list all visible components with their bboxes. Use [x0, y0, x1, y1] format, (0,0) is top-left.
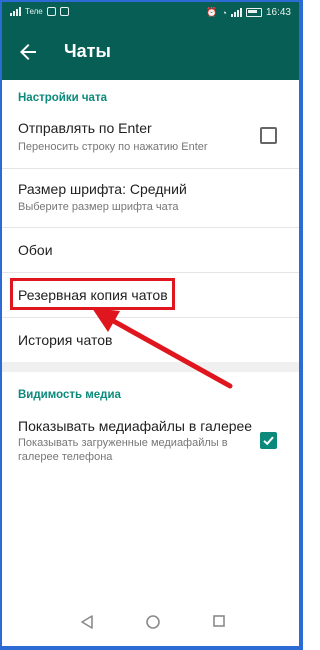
arrow-left-icon[interactable]	[16, 40, 40, 64]
signal-strength-icon	[230, 8, 242, 17]
setting-subtitle: Переносить строку по нажатию Enter	[18, 141, 208, 153]
setting-chat-history[interactable]: История чатов	[2, 318, 299, 362]
app-bar: Чаты	[2, 24, 299, 80]
section-separator	[2, 362, 299, 372]
setting-title: История чатов	[18, 332, 113, 348]
page-title: Чаты	[64, 41, 111, 61]
setting-subtitle-line2: галерее телефона	[18, 451, 113, 463]
setting-subtitle-line1: Показывать загруженные медиафайлы в	[18, 437, 228, 449]
phone-frame: Теле ⏰ ◔ 16:43 Чаты Настройки чата Отпра…	[0, 0, 303, 650]
setting-subtitle: Выберите размер шрифта чата	[18, 201, 179, 213]
section-header-chat-settings: Настройки чата	[18, 92, 107, 104]
setting-enter-is-send[interactable]: Отправлять по Enter Переносить строку по…	[2, 110, 299, 168]
square-recents-icon[interactable]	[212, 614, 226, 633]
carrier-text: Теле	[25, 7, 43, 16]
highlight-box	[10, 278, 175, 310]
status-bar: Теле ⏰ ◔ 16:43	[2, 2, 299, 24]
media-visibility-checkbox[interactable]	[260, 432, 277, 449]
triangle-back-icon[interactable]	[80, 614, 94, 635]
notification-icon	[46, 7, 56, 16]
notification-icon-2	[59, 7, 69, 16]
status-left: Теле	[10, 7, 69, 16]
setting-title: Отправлять по Enter	[18, 120, 152, 136]
setting-font-size[interactable]: Размер шрифта: Средний Выберите размер ш…	[2, 169, 299, 227]
battery-icon	[245, 8, 262, 17]
circle-home-icon[interactable]	[145, 614, 161, 635]
section-header-media-visibility: Видимость медиа	[18, 389, 121, 401]
setting-media-visibility[interactable]: Показывать медиафайлы в галерее Показыва…	[2, 406, 299, 474]
wifi-icon: ◔	[221, 7, 227, 18]
signal-icon	[10, 7, 21, 16]
setting-title: Размер шрифта: Средний	[18, 181, 187, 197]
system-nav-bar	[2, 602, 299, 646]
setting-title: Показывать медиафайлы в галерее	[18, 418, 253, 434]
setting-title: Обои	[18, 242, 53, 258]
setting-wallpaper[interactable]: Обои	[2, 228, 299, 272]
enter-send-checkbox[interactable]	[260, 127, 277, 144]
status-right: ⏰ ◔ 16:43	[206, 7, 291, 18]
alarm-icon: ⏰	[206, 7, 218, 17]
clock-time: 16:43	[265, 7, 291, 18]
